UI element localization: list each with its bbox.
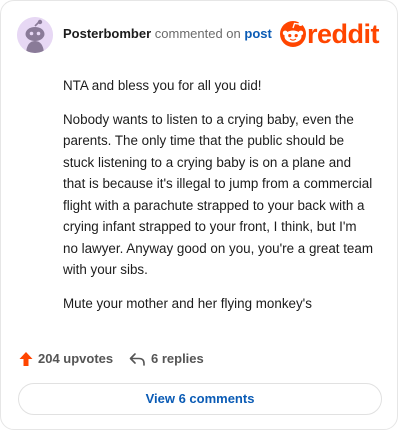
reply-count: 6 replies xyxy=(151,351,204,366)
upvote-count: 204 upvotes xyxy=(38,351,114,366)
comment-header: Posterbomber commented on post xyxy=(63,26,272,42)
reply-arrow-icon xyxy=(129,353,145,366)
comment-body: NTA and bless you for all you did! Nobod… xyxy=(63,75,375,326)
action-text: commented on xyxy=(154,26,241,41)
snoo-avatar-icon[interactable] xyxy=(17,17,53,53)
comment-paragraph: Nobody wants to listen to a crying baby,… xyxy=(63,111,373,278)
username-link[interactable]: Posterbomber xyxy=(63,26,151,41)
view-comments-button[interactable]: View 6 comments xyxy=(18,383,382,415)
upvote-arrow-icon xyxy=(19,352,33,366)
reddit-snoo-icon xyxy=(280,21,306,47)
comment-paragraph: NTA and bless you for all you did! xyxy=(63,78,262,93)
post-link[interactable]: post xyxy=(244,26,271,41)
comment-card: Posterbomber commented on post reddit NT… xyxy=(0,0,398,430)
reddit-wordmark: reddit xyxy=(307,19,380,49)
reddit-logo[interactable]: reddit xyxy=(280,17,386,51)
comment-paragraph: Mute your mother and her flying monkey's xyxy=(63,295,312,311)
